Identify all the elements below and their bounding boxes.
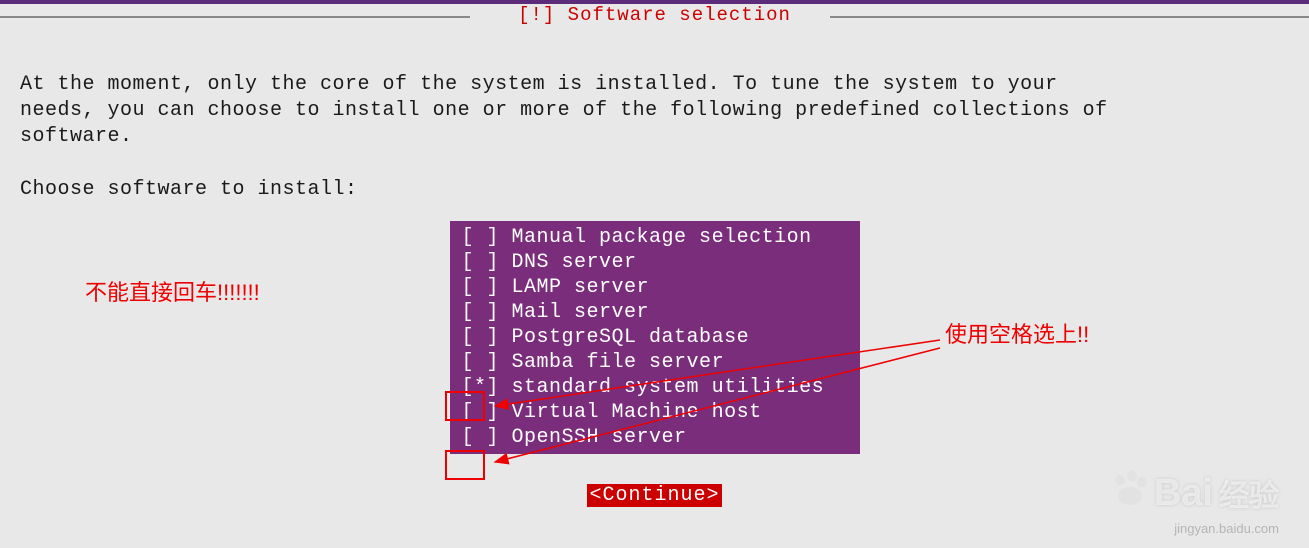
watermark-brand-suffix: 经验 <box>1219 471 1279 515</box>
dialog-title-wrap: [!] Software selection <box>510 4 799 32</box>
option-label: LAMP server <box>512 276 650 299</box>
option-openssh[interactable]: [ ] OpenSSH server <box>450 425 860 450</box>
watermark-brand: Bai <box>1154 472 1213 515</box>
option-label: Manual package selection <box>512 226 812 249</box>
paw-icon <box>1110 468 1150 518</box>
option-manual-package[interactable]: [ ] Manual package selection <box>450 225 860 250</box>
option-lamp-server[interactable]: [ ] LAMP server <box>450 275 860 300</box>
option-label: Virtual Machine host <box>512 401 762 424</box>
annotation-left: 不能直接回车!!!!!!! <box>85 275 260 307</box>
checkbox-icon: [ ] <box>462 301 500 324</box>
option-dns-server[interactable]: [ ] DNS server <box>450 250 860 275</box>
dialog-header: [!] Software selection <box>0 4 1309 32</box>
description-text: At the moment, only the core of the syst… <box>20 72 1289 150</box>
option-vm-host[interactable]: [ ] Virtual Machine host <box>450 400 860 425</box>
watermark-logo: Bai 经验 <box>1110 468 1279 518</box>
continue-button[interactable]: <Continue> <box>587 484 721 507</box>
dialog-title: [!] Software selection <box>518 4 791 26</box>
highlight-box-openssh <box>445 450 485 480</box>
software-options-panel[interactable]: [ ] Manual package selection [ ] DNS ser… <box>450 221 860 454</box>
checkbox-icon: [ ] <box>462 251 500 274</box>
option-mail-server[interactable]: [ ] Mail server <box>450 300 860 325</box>
prompt-text: Choose software to install: <box>20 178 1289 201</box>
checkbox-icon: [ ] <box>462 226 500 249</box>
checkbox-icon: [ ] <box>462 326 500 349</box>
checkbox-icon: [ ] <box>462 426 500 449</box>
option-standard-utilities[interactable]: [*] standard system utilities <box>450 375 860 400</box>
header-rule-right <box>830 16 1309 18</box>
checkbox-icon: [ ] <box>462 276 500 299</box>
option-label: Samba file server <box>512 351 725 374</box>
annotation-right: 使用空格选上!! <box>945 317 1089 349</box>
checkbox-icon: [ ] <box>462 401 500 424</box>
option-label: Mail server <box>512 301 650 324</box>
header-rule-left <box>0 16 470 18</box>
watermark-url: jingyan.baidu.com <box>1174 521 1279 536</box>
option-label: PostgreSQL database <box>512 326 750 349</box>
option-label: standard system utilities <box>512 376 825 399</box>
option-postgresql[interactable]: [ ] PostgreSQL database <box>450 325 860 350</box>
option-label: DNS server <box>512 251 637 274</box>
checkbox-icon: [ ] <box>462 351 500 374</box>
checkbox-icon: [*] <box>462 376 500 399</box>
option-samba[interactable]: [ ] Samba file server <box>450 350 860 375</box>
option-label: OpenSSH server <box>512 426 687 449</box>
